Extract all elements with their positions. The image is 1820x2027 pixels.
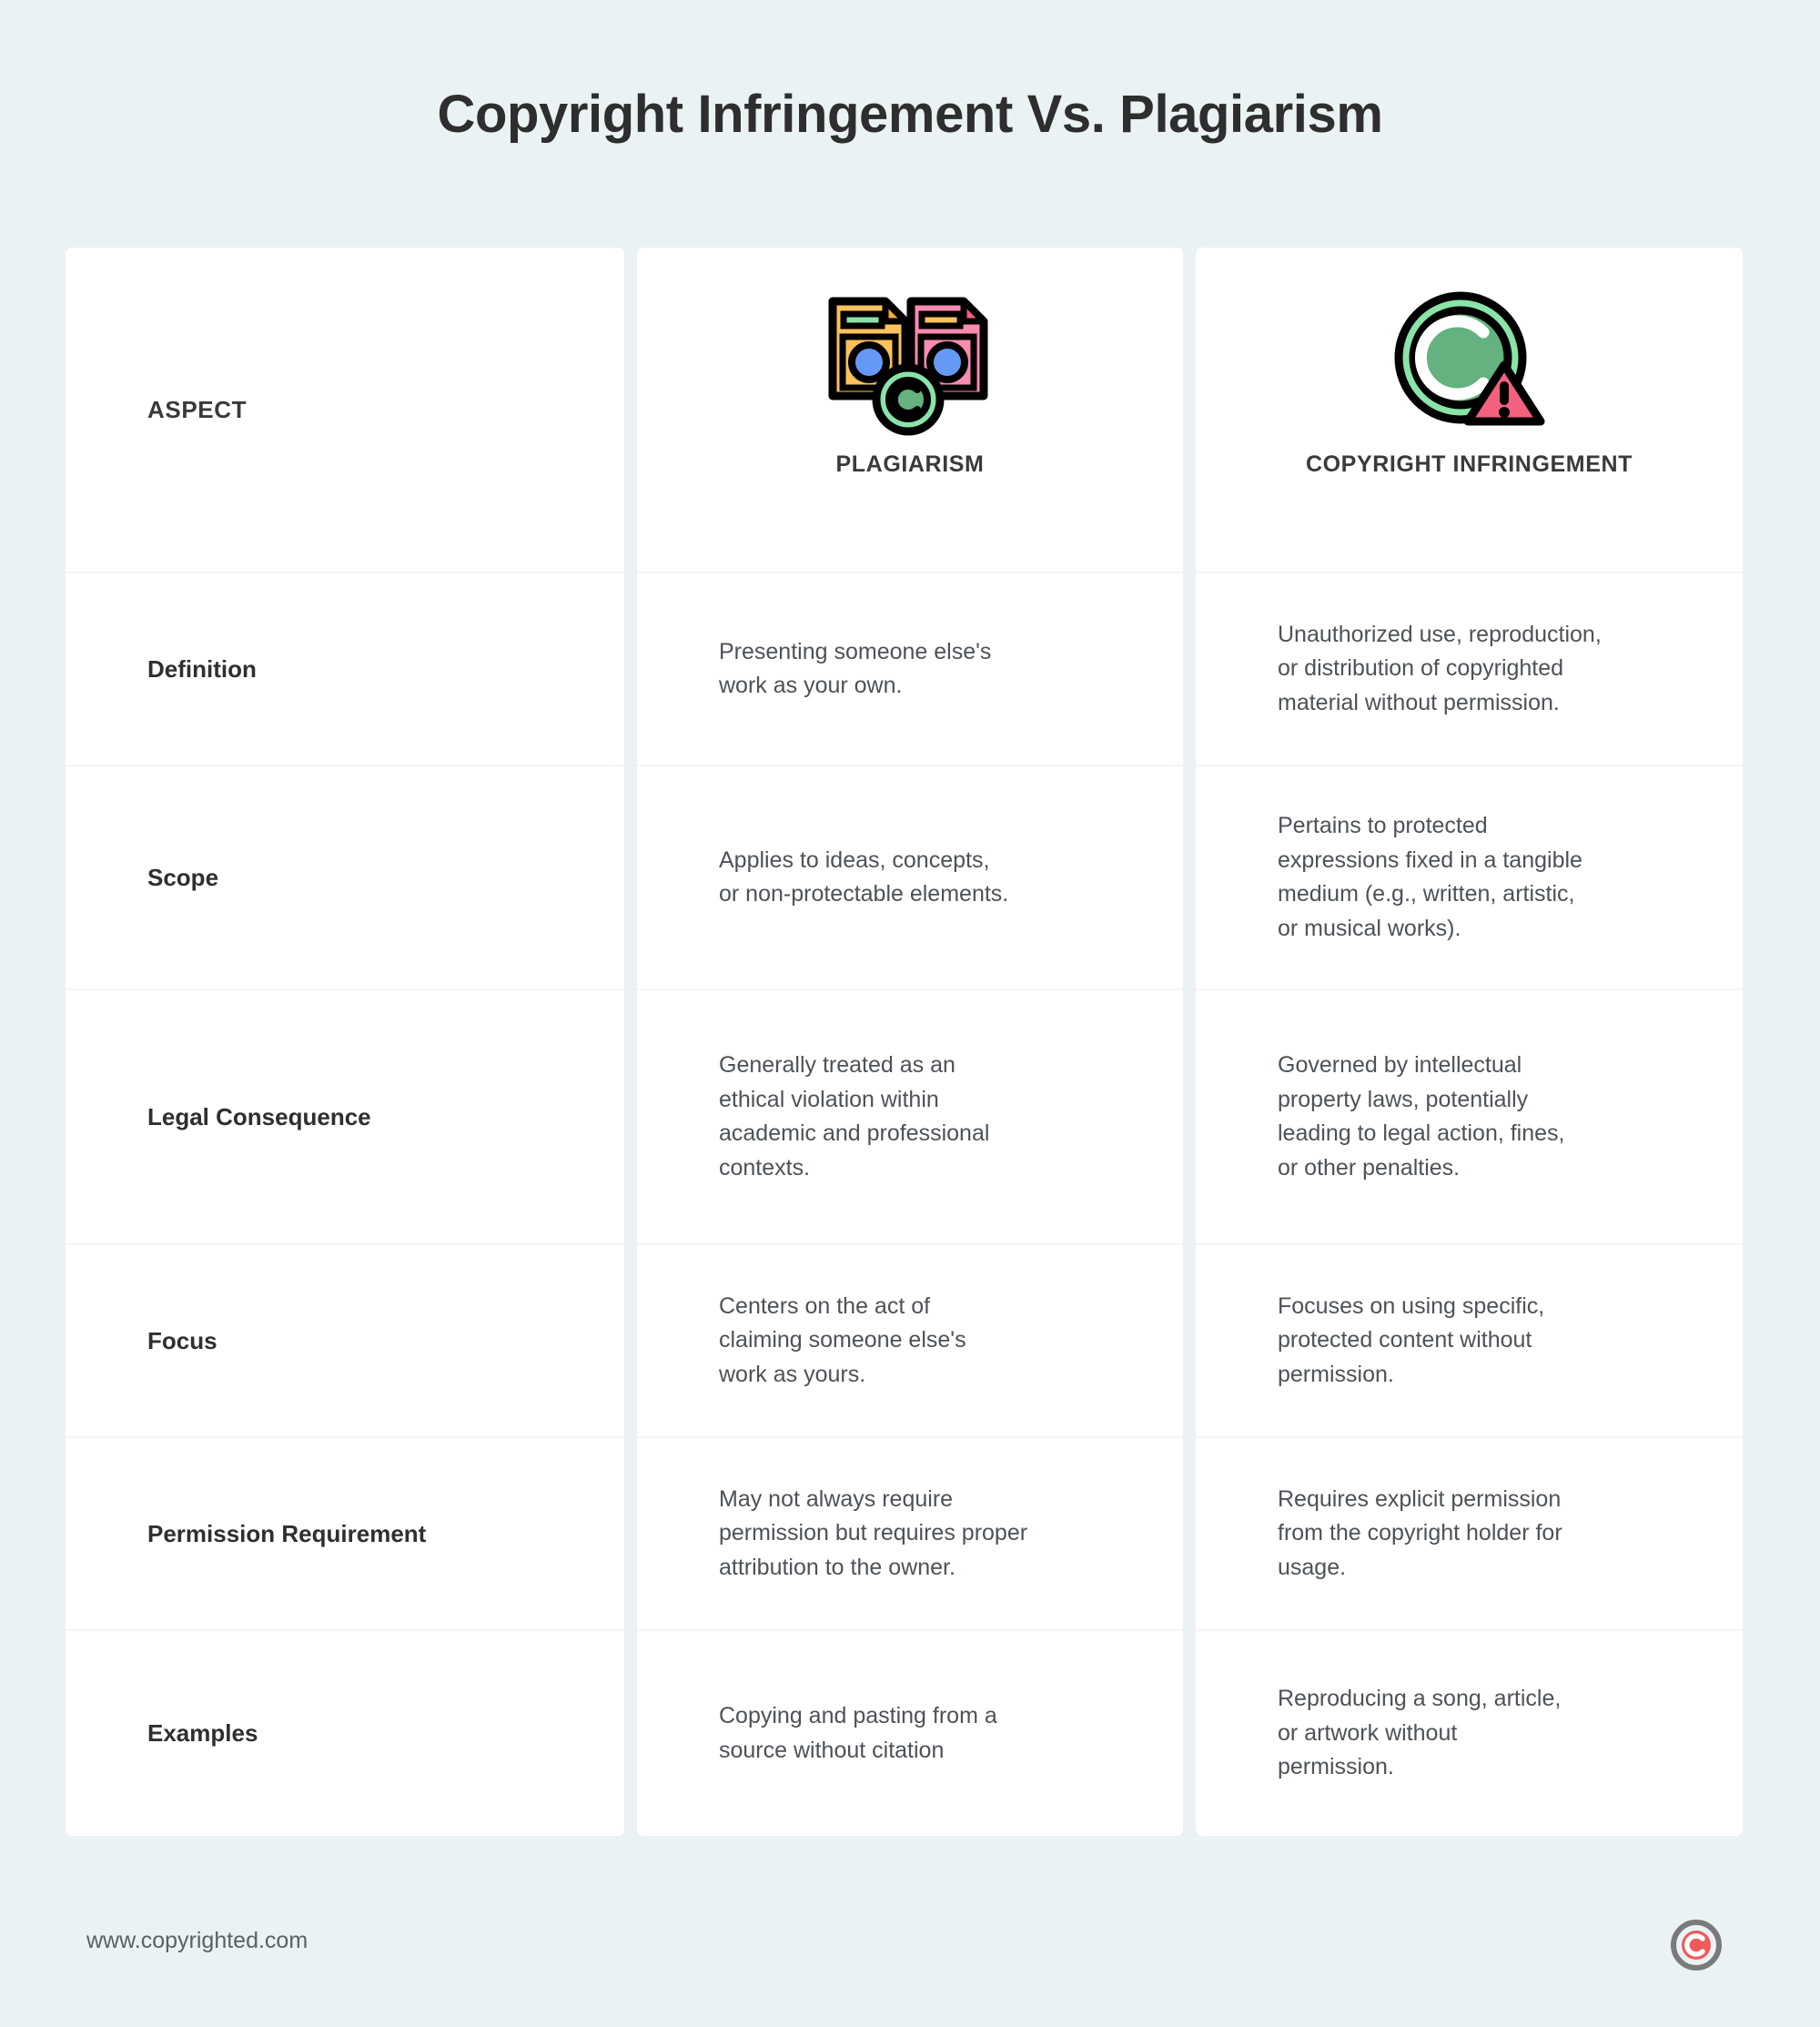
row-label-scope: Scope	[66, 766, 624, 990]
row-label-legal-consequence: Legal Consequence	[66, 990, 624, 1245]
cell-plagiarism-permission-requirement: May not always require permission but re…	[637, 1438, 1183, 1631]
cell-text: Copying and pasting from a source withou…	[719, 1703, 997, 1763]
row-label-focus: Focus	[66, 1245, 624, 1438]
column-header-label: COPYRIGHT INFRINGEMENT	[1305, 451, 1633, 477]
comparison-table: ASPECT Definition Scope Legal Consequenc…	[66, 248, 1743, 1836]
cell-text: Presenting someone else's work as your o…	[719, 638, 992, 699]
cell-plagiarism-legal-consequence: Generally treated as an ethical violatio…	[637, 990, 1183, 1245]
row-label-definition: Definition	[66, 573, 624, 766]
cell-text: Pertains to protected expressions fixed …	[1278, 813, 1582, 941]
cell-plagiarism-definition: Presenting someone else's work as your o…	[637, 573, 1183, 766]
cell-text: Unauthorized use, reproduction, or distr…	[1278, 621, 1602, 715]
column-header-aspect: ASPECT	[66, 248, 624, 573]
page-title: Copyright Infringement Vs. Plagiarism	[437, 85, 1383, 144]
footer-website-url: www.copyrighted.com	[86, 1928, 308, 1953]
cell-plagiarism-scope: Applies to ideas, concepts, or non-prote…	[637, 766, 1183, 990]
column-header-plagiarism: PLAGIARISM	[637, 248, 1183, 573]
row-label-examples: Examples	[147, 1719, 258, 1747]
column-header-label: ASPECT	[147, 395, 248, 423]
duplicate-documents-copyright-icon	[824, 282, 996, 446]
copyright-warning-icon	[1388, 282, 1552, 446]
cell-text: Generally treated as an ethical violatio…	[719, 1052, 990, 1181]
infographic-page: Copyright Infringement Vs. Plagiarism AS…	[0, 0, 1820, 2027]
column-header-label: PLAGIARISM	[835, 451, 985, 477]
column-aspect: ASPECT Definition Scope Legal Consequenc…	[66, 248, 624, 1836]
cell-text: May not always require permission but re…	[719, 1485, 1028, 1580]
column-header-copyright-infringement: COPYRIGHT INFRINGEMENT	[1196, 248, 1743, 573]
cell-copyright-permission-requirement: Requires explicit permission from the co…	[1196, 1438, 1743, 1631]
row-label-permission-requirement: Permission Requirement	[66, 1438, 624, 1631]
cell-copyright-definition: Unauthorized use, reproduction, or distr…	[1196, 573, 1743, 766]
cell-copyright-focus: Focuses on using specific, protected con…	[1196, 1245, 1743, 1438]
cell-copyright-scope: Pertains to protected expressions fixed …	[1196, 766, 1743, 990]
column-copyright-infringement: COPYRIGHT INFRINGEMENT Unauthorized use,…	[1196, 248, 1743, 1836]
cell-text: Centers on the act of claiming someone e…	[719, 1292, 966, 1387]
cell-text: Focuses on using specific, protected con…	[1278, 1292, 1545, 1387]
cell-text: Governed by intellectual property laws, …	[1278, 1052, 1565, 1181]
cell-plagiarism-focus: Centers on the act of claiming someone e…	[637, 1245, 1183, 1438]
cell-copyright-legal-consequence: Governed by intellectual property laws, …	[1196, 990, 1743, 1245]
cell-copyright-examples: Reproducing a song, article, or artwork …	[1196, 1631, 1743, 1836]
column-plagiarism: PLAGIARISM Presenting someone else's wor…	[637, 248, 1183, 1836]
cell-text: Requires explicit permission from the co…	[1278, 1485, 1562, 1580]
cell-plagiarism-examples: Copying and pasting from a source withou…	[637, 1631, 1183, 1836]
copyright-c-logo	[1670, 1919, 1723, 1971]
cell-text: Applies to ideas, concepts, or non-prote…	[719, 846, 1009, 907]
cell-text: Reproducing a song, article, or artwork …	[1278, 1686, 1562, 1780]
